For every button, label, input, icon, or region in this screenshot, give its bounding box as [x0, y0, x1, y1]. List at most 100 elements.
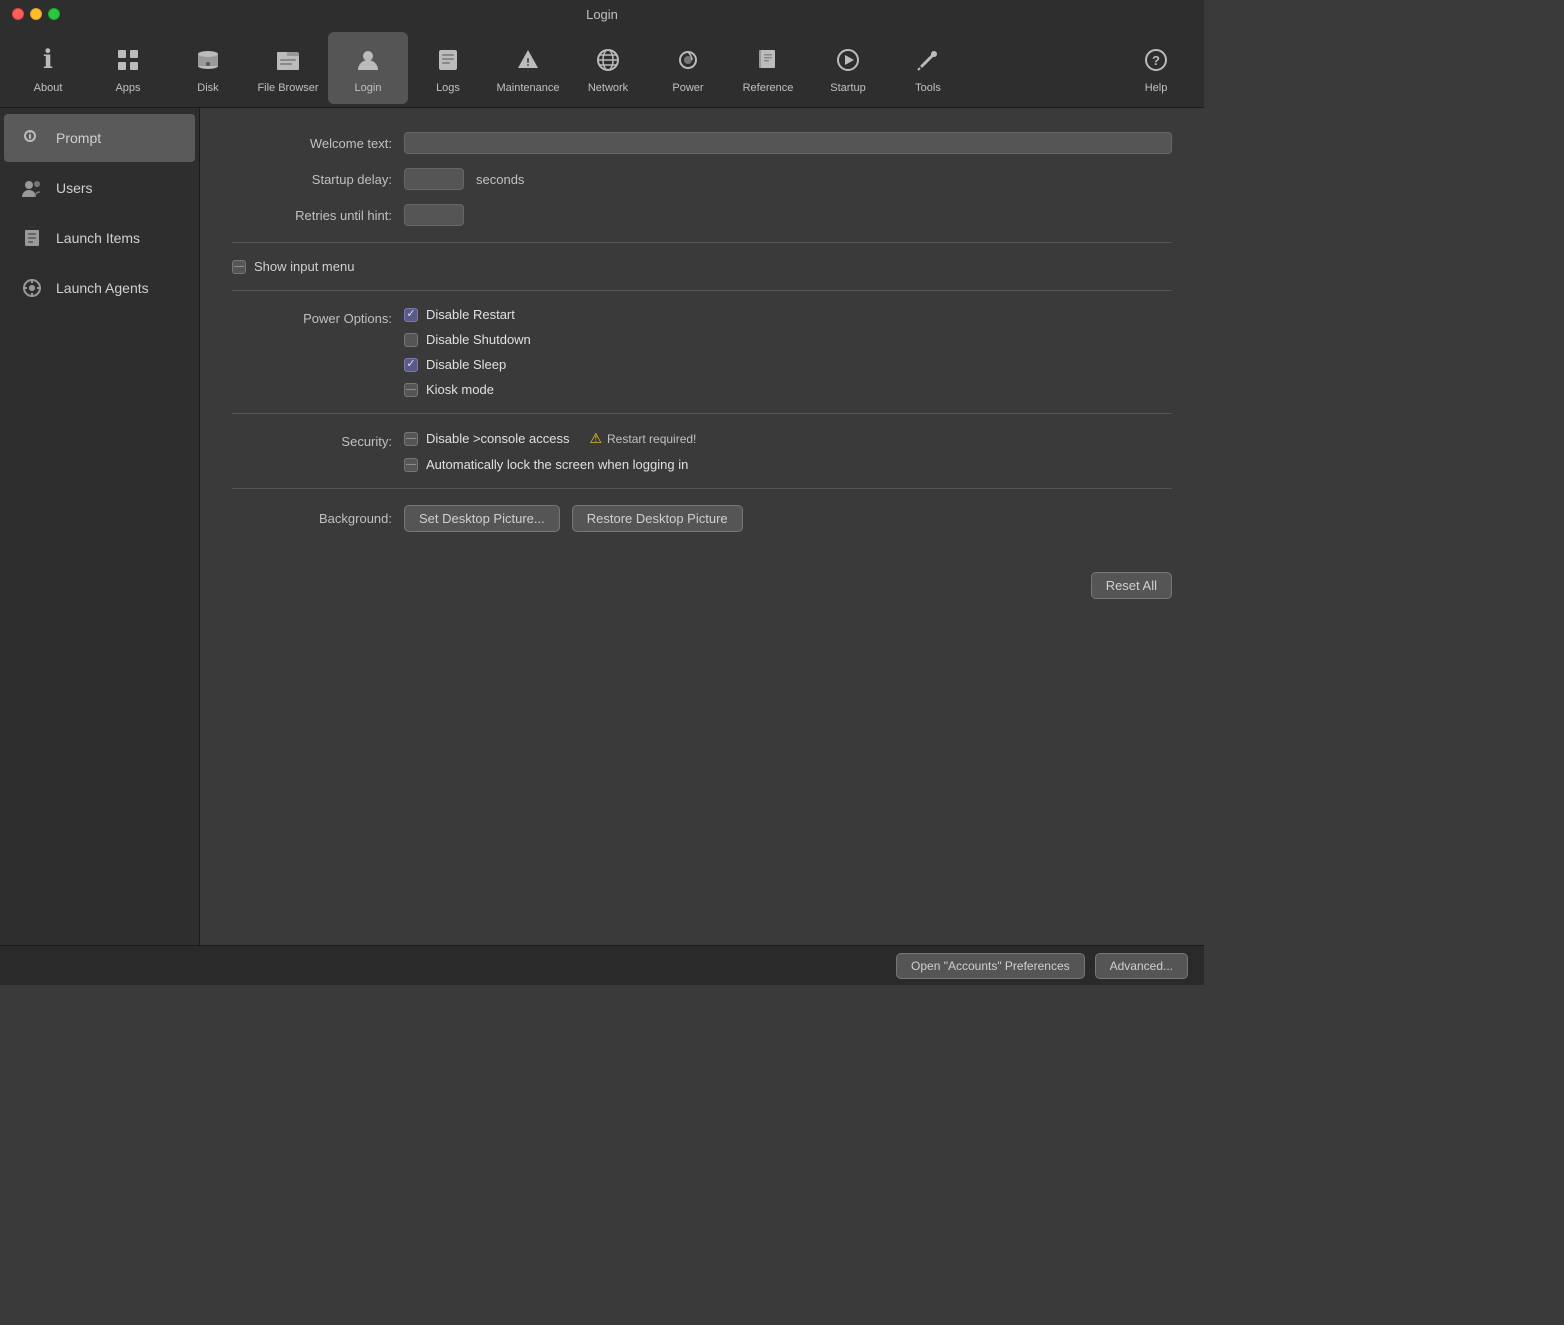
toolbar-item-help[interactable]: ? Help — [1116, 32, 1196, 104]
disable-console-label[interactable]: Disable >console access — [426, 431, 569, 446]
retries-hint-label: Retries until hint: — [232, 208, 392, 223]
kiosk-mode-label[interactable]: Kiosk mode — [426, 382, 494, 397]
auto-lock-row: Automatically lock the screen when loggi… — [404, 457, 696, 472]
apps-icon — [110, 42, 146, 78]
retries-hint-row: Retries until hint: — [232, 204, 1172, 226]
toolbar-item-tools[interactable]: Tools — [888, 32, 968, 104]
auto-lock-label[interactable]: Automatically lock the screen when loggi… — [426, 457, 688, 472]
window-title: Login — [586, 7, 618, 22]
help-icon: ? — [1138, 42, 1174, 78]
toolbar-item-about[interactable]: ℹ About — [8, 32, 88, 104]
toolbar-label-maintenance: Maintenance — [497, 82, 560, 94]
maintenance-icon — [510, 42, 546, 78]
launch-items-icon — [18, 224, 46, 252]
reset-all-button[interactable]: Reset All — [1091, 572, 1172, 599]
show-input-menu-checkbox[interactable] — [232, 260, 246, 274]
welcome-text-row: Welcome text: — [232, 132, 1172, 154]
svg-text:?: ? — [1152, 53, 1160, 68]
toolbar-label-reference: Reference — [743, 82, 794, 94]
advanced-button[interactable]: Advanced... — [1095, 953, 1188, 979]
toolbar-item-network[interactable]: Network — [568, 32, 648, 104]
background-label: Background: — [232, 511, 392, 526]
disable-sleep-checkbox[interactable] — [404, 358, 418, 372]
sidebar: Prompt Users Lau — [0, 108, 200, 945]
disable-shutdown-row: Disable Shutdown — [404, 332, 531, 347]
sidebar-item-launch-agents[interactable]: Launch Agents — [4, 264, 195, 312]
toolbar-item-startup[interactable]: Startup — [808, 32, 888, 104]
toolbar-label-file-browser: File Browser — [257, 82, 318, 94]
toolbar-item-file-browser[interactable]: File Browser — [248, 32, 328, 104]
toolbar-item-disk[interactable]: Disk — [168, 32, 248, 104]
disable-shutdown-checkbox[interactable] — [404, 333, 418, 347]
security-label: Security: — [232, 430, 392, 449]
show-input-menu-label[interactable]: Show input menu — [254, 259, 354, 274]
startup-delay-row: Startup delay: seconds — [232, 168, 1172, 190]
show-input-menu-row: Show input menu — [232, 259, 1172, 274]
seconds-label: seconds — [476, 172, 524, 187]
set-desktop-picture-button[interactable]: Set Desktop Picture... — [404, 505, 560, 532]
file-browser-icon — [270, 42, 306, 78]
power-options-list: Disable Restart Disable Shutdown Disable… — [404, 307, 531, 397]
divider-2 — [232, 290, 1172, 291]
welcome-text-input[interactable] — [404, 132, 1172, 154]
about-icon: ℹ — [30, 42, 66, 78]
users-icon — [18, 174, 46, 202]
minimize-button[interactable] — [30, 8, 42, 20]
divider-4 — [232, 488, 1172, 489]
startup-icon — [830, 42, 866, 78]
toolbar-label-network: Network — [588, 82, 628, 94]
power-icon — [670, 42, 706, 78]
prompt-icon — [18, 124, 46, 152]
disable-restart-checkbox[interactable] — [404, 308, 418, 322]
welcome-text-label: Welcome text: — [232, 136, 392, 151]
disable-restart-row: Disable Restart — [404, 307, 531, 322]
toolbar-item-reference[interactable]: Reference — [728, 32, 808, 104]
traffic-lights — [12, 8, 60, 20]
toolbar-label-power: Power — [672, 82, 703, 94]
restart-required-label: Restart required! — [607, 432, 696, 446]
divider-1 — [232, 242, 1172, 243]
open-accounts-button[interactable]: Open "Accounts" Preferences — [896, 953, 1085, 979]
disable-sleep-label[interactable]: Disable Sleep — [426, 357, 506, 372]
startup-delay-input[interactable] — [404, 168, 464, 190]
network-icon — [590, 42, 626, 78]
toolbar-item-maintenance[interactable]: Maintenance — [488, 32, 568, 104]
toolbar-item-login[interactable]: Login — [328, 32, 408, 104]
bottom-bar: Open "Accounts" Preferences Advanced... — [0, 945, 1204, 985]
disable-console-row: Disable >console access ⚠ Restart requir… — [404, 430, 696, 447]
reset-all-row: Reset All — [232, 572, 1172, 599]
divider-3 — [232, 413, 1172, 414]
toolbar-label-about: About — [34, 82, 63, 94]
toolbar-label-apps: Apps — [115, 82, 140, 94]
titlebar: Login — [0, 0, 1204, 28]
toolbar-item-power[interactable]: Power — [648, 32, 728, 104]
main-layout: Prompt Users Lau — [0, 108, 1204, 945]
sidebar-label-launch-agents: Launch Agents — [56, 280, 149, 296]
toolbar-label-startup: Startup — [830, 82, 865, 94]
toolbar-item-logs[interactable]: Logs — [408, 32, 488, 104]
background-row: Background: Set Desktop Picture... Resto… — [232, 505, 1172, 532]
auto-lock-checkbox[interactable] — [404, 458, 418, 472]
sidebar-label-launch-items: Launch Items — [56, 230, 140, 246]
retries-hint-input[interactable] — [404, 204, 464, 226]
kiosk-mode-checkbox[interactable] — [404, 383, 418, 397]
maximize-button[interactable] — [48, 8, 60, 20]
restore-desktop-picture-button[interactable]: Restore Desktop Picture — [572, 505, 743, 532]
warning-icon: ⚠ — [589, 430, 602, 447]
toolbar-item-apps[interactable]: Apps — [88, 32, 168, 104]
startup-delay-label: Startup delay: — [232, 172, 392, 187]
toolbar-label-help: Help — [1145, 82, 1168, 94]
disable-shutdown-label[interactable]: Disable Shutdown — [426, 332, 531, 347]
close-button[interactable] — [12, 8, 24, 20]
disable-restart-label[interactable]: Disable Restart — [426, 307, 515, 322]
toolbar: ℹ About Apps Disk — [0, 28, 1204, 108]
sidebar-item-prompt[interactable]: Prompt — [4, 114, 195, 162]
sidebar-item-launch-items[interactable]: Launch Items — [4, 214, 195, 262]
security-section: Security: Disable >console access ⚠ Rest… — [232, 430, 1172, 472]
disable-console-checkbox[interactable] — [404, 432, 418, 446]
disable-sleep-row: Disable Sleep — [404, 357, 531, 372]
tools-icon — [910, 42, 946, 78]
sidebar-label-prompt: Prompt — [56, 130, 101, 146]
disk-icon — [190, 42, 226, 78]
sidebar-item-users[interactable]: Users — [4, 164, 195, 212]
